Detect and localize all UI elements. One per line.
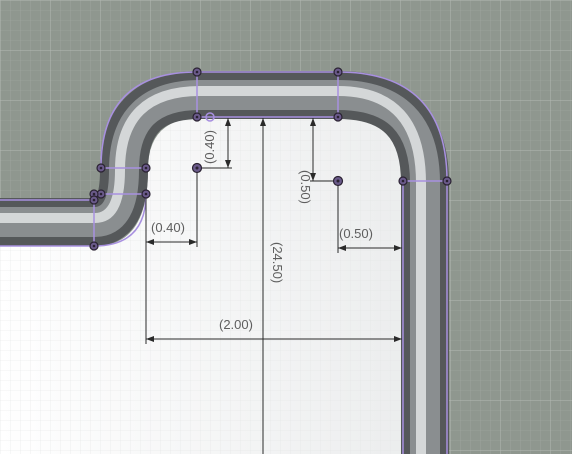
sketch-point-center[interactable] — [191, 162, 203, 174]
sketch-point[interactable] — [333, 67, 343, 77]
dimension-label-right-v[interactable]: (0.50) — [298, 170, 313, 204]
sketch-viewport[interactable]: (0.40) (0.40) (0.50) (0.50) (24.50) (2.0… — [0, 0, 572, 454]
sketch-point[interactable] — [89, 195, 99, 205]
sketch-point[interactable] — [333, 112, 343, 122]
dimension-label-left-v[interactable]: (0.40) — [202, 130, 217, 164]
dimension-label-overall-height[interactable]: (24.50) — [270, 242, 285, 283]
sketch-point[interactable] — [442, 176, 452, 186]
sketch-point[interactable] — [141, 163, 151, 173]
sketch-point-center[interactable] — [332, 175, 344, 187]
sketch-point[interactable] — [398, 176, 408, 186]
sketch-point[interactable] — [141, 189, 151, 199]
dimension-label-left-h[interactable]: (0.40) — [151, 220, 185, 235]
dimension-label-inner-width[interactable]: (2.00) — [219, 317, 253, 332]
sketch-point[interactable] — [192, 112, 202, 122]
sketch-point[interactable] — [96, 163, 106, 173]
sketch-canvas[interactable]: (0.40) (0.40) (0.50) (0.50) (24.50) (2.0… — [0, 0, 572, 454]
sketch-point[interactable] — [192, 67, 202, 77]
dimension-label-right-h[interactable]: (0.50) — [339, 226, 373, 241]
sketch-point[interactable] — [89, 241, 99, 251]
